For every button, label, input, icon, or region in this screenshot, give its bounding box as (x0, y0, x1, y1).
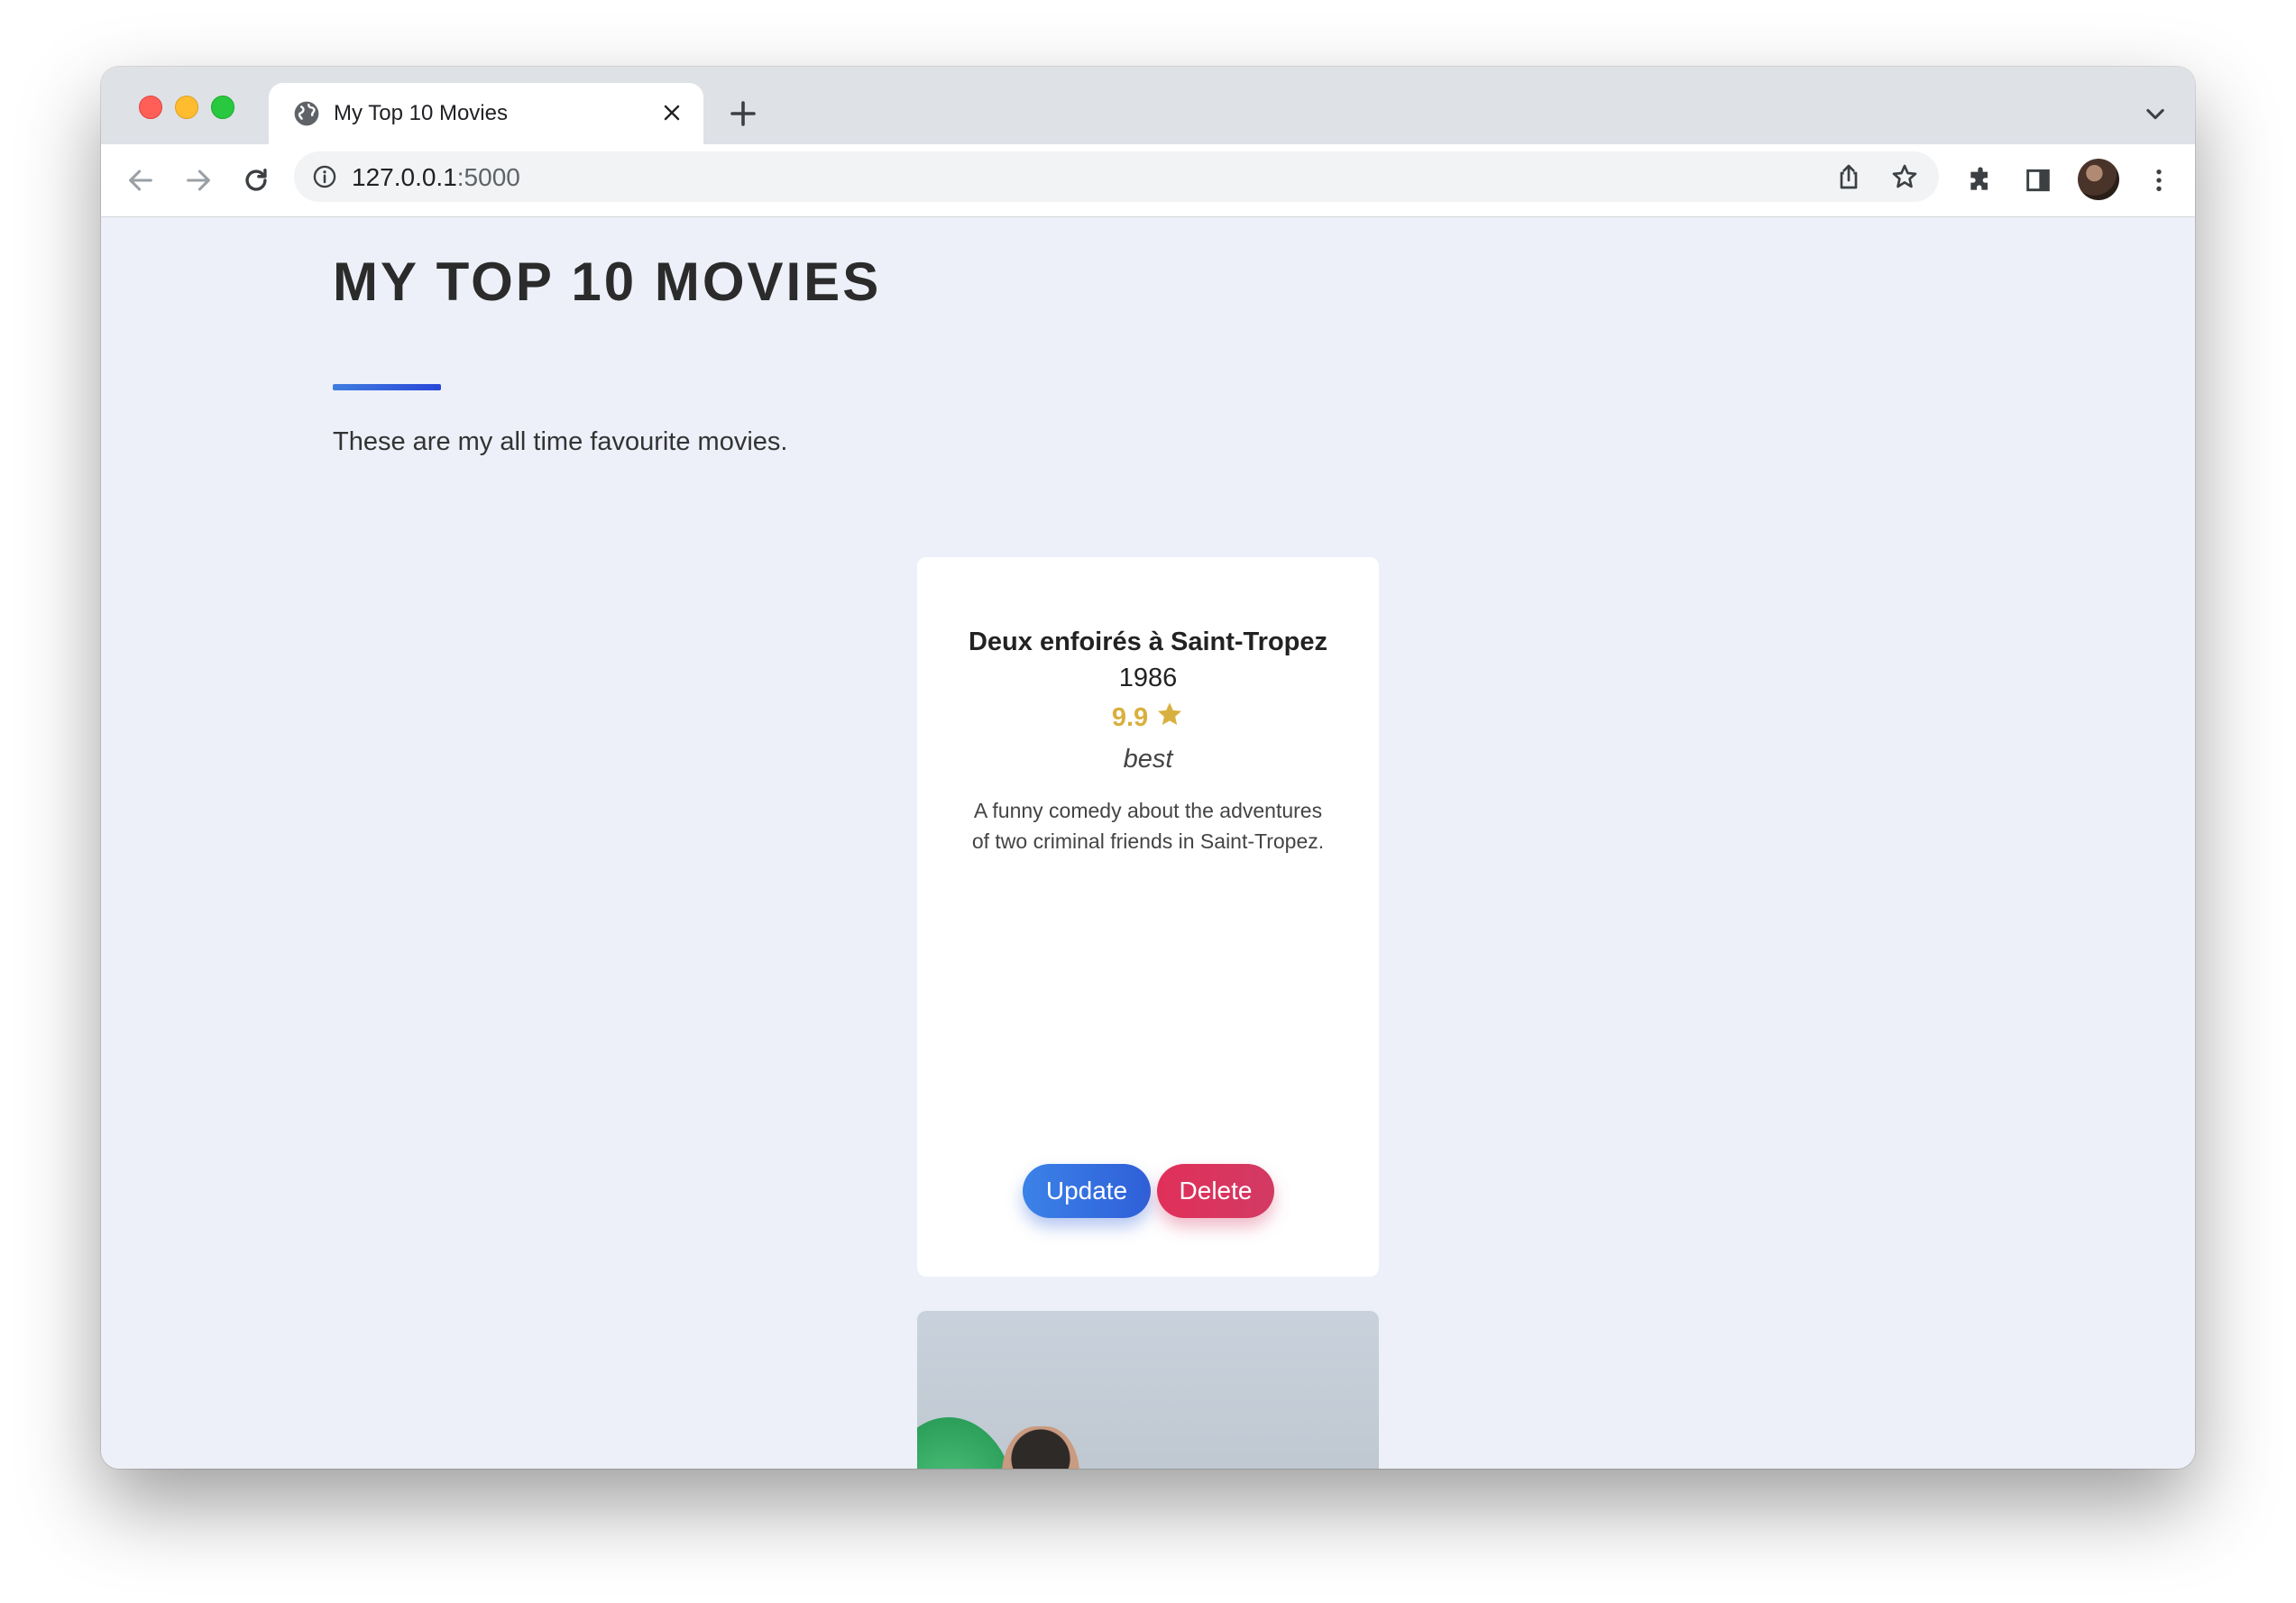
kebab-menu-icon[interactable] (2141, 162, 2177, 198)
browser-window: My Top 10 Movies 127.0.0.1:5000 MY TOP 1… (101, 67, 2195, 1469)
chevron-down-icon[interactable] (2143, 101, 2168, 126)
close-icon[interactable] (658, 99, 685, 126)
delete-button[interactable]: Delete (1157, 1164, 1274, 1218)
rating-value: 9.9 (1111, 702, 1149, 732)
movie-rating: 9.9 (917, 700, 1379, 736)
puzzle-icon[interactable] (1962, 162, 1998, 198)
movie-card: Deux enfoirés à Saint-Tropez 1986 9.9 be… (917, 557, 1379, 1277)
title-underline (333, 384, 441, 390)
plus-icon[interactable] (727, 97, 759, 130)
url-text[interactable]: 127.0.0.1:5000 (352, 163, 520, 192)
share-icon[interactable] (1834, 162, 1863, 191)
update-button[interactable]: Update (1023, 1164, 1151, 1218)
star-outline-icon[interactable] (1890, 162, 1919, 191)
side-panel-icon[interactable] (2020, 162, 2056, 198)
maximize-window-button[interactable] (211, 96, 234, 119)
address-bar[interactable]: 127.0.0.1:5000 (294, 151, 1939, 202)
page-content: MY TOP 10 MOVIES These are my all time f… (101, 218, 2195, 1469)
movie-year: 1986 (1118, 664, 1178, 692)
minimize-window-button[interactable] (175, 96, 198, 119)
url-host: 127.0.0.1 (352, 163, 457, 191)
profile-avatar[interactable] (2078, 159, 2119, 200)
arrow-left-icon[interactable] (123, 162, 159, 198)
movie-title: Deux enfoirés à Saint-Tropez (968, 627, 1328, 656)
close-window-button[interactable] (139, 96, 162, 119)
browser-toolbar: 127.0.0.1:5000 (101, 144, 2195, 217)
star-icon (1155, 700, 1184, 736)
url-port: :5000 (456, 163, 520, 191)
active-tab[interactable]: My Top 10 Movies (269, 83, 703, 144)
tab-title: My Top 10 Movies (334, 101, 508, 125)
tab-strip: My Top 10 Movies (101, 67, 2195, 144)
page-intro: These are my all time favourite movies. (333, 427, 788, 456)
arrow-right-icon[interactable] (180, 162, 216, 198)
movie-review: best (1123, 745, 1173, 774)
reload-icon[interactable] (238, 162, 274, 198)
poster-figure (1002, 1426, 1079, 1469)
poster-figure (917, 1417, 1016, 1469)
page-title: MY TOP 10 MOVIES (333, 252, 882, 312)
info-icon[interactable] (312, 164, 337, 189)
movie-poster-image (917, 1311, 1379, 1469)
globe-icon (292, 99, 321, 128)
movie-description: A funny comedy about the adventures of t… (971, 799, 1325, 853)
